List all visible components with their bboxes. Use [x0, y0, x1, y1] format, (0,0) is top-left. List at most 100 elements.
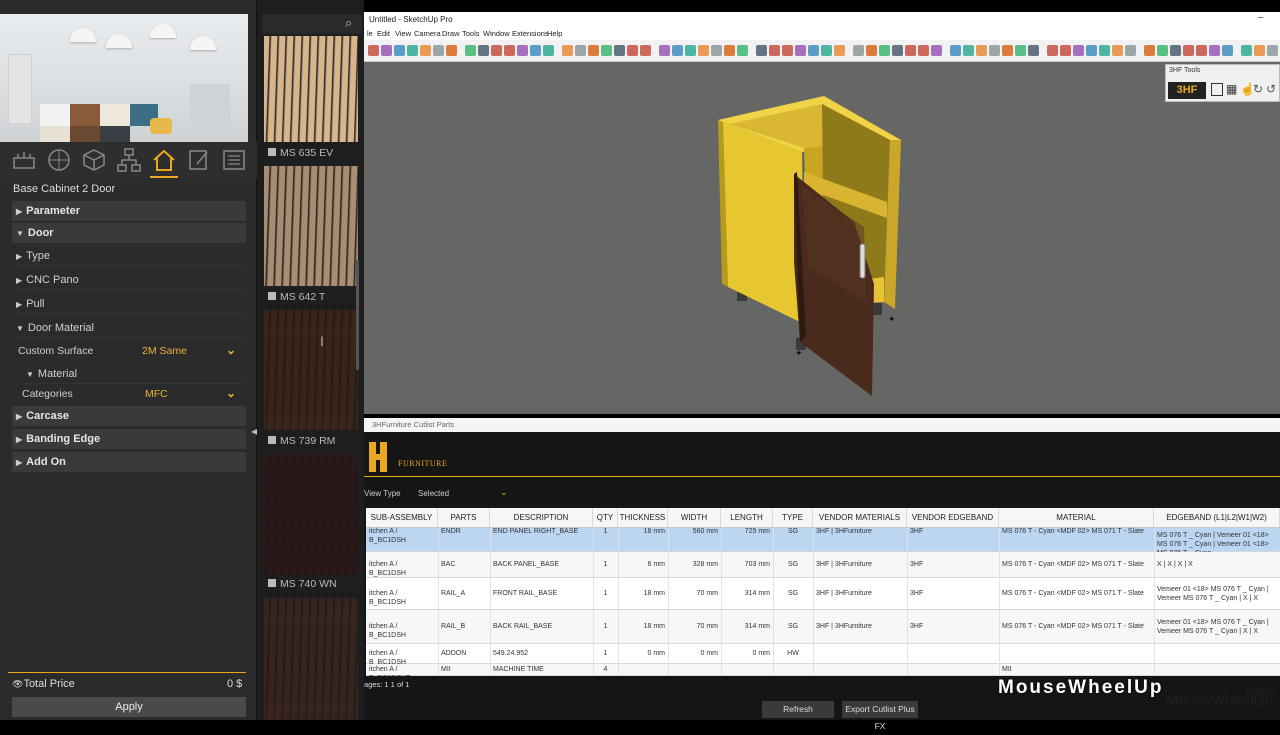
toolbar-tool-icon[interactable] — [543, 45, 554, 56]
menu-file[interactable]: le — [367, 29, 373, 38]
eye-icon[interactable]: 👁 — [12, 679, 23, 689]
menu-extensions[interactable]: Extensions — [512, 29, 549, 38]
toolbar-tool-icon[interactable] — [1028, 45, 1039, 56]
edit-icon[interactable] — [185, 146, 213, 174]
column-header[interactable]: QTY — [593, 508, 618, 528]
toolbar-tool-icon[interactable] — [1170, 45, 1181, 56]
toolbar-tool-icon[interactable] — [918, 45, 929, 56]
toolbar-tool-icon[interactable] — [394, 45, 405, 56]
home-icon[interactable] — [150, 146, 178, 178]
toolbar-tool-icon[interactable] — [368, 45, 379, 56]
toolbar-tool-icon[interactable] — [879, 45, 890, 56]
toolbar-tool-icon[interactable] — [976, 45, 987, 56]
scrollbar[interactable] — [356, 260, 359, 370]
toolbar-tool-icon[interactable] — [1222, 45, 1233, 56]
menu-window[interactable]: Window — [483, 29, 510, 38]
apply-button[interactable]: Apply — [12, 697, 246, 717]
toolbar-tool-icon[interactable] — [1015, 45, 1026, 56]
toolbar-tool-icon[interactable] — [1086, 45, 1097, 56]
checkbox-icon[interactable] — [268, 148, 276, 156]
column-header[interactable]: DESCRIPTION — [490, 508, 593, 528]
toolbar-tool-icon[interactable] — [1073, 45, 1084, 56]
toolbar-tool-icon[interactable] — [614, 45, 625, 56]
section-door[interactable]: ▼ Door — [12, 223, 246, 243]
menu-view[interactable]: View — [395, 29, 411, 38]
menu-help[interactable]: Help — [547, 29, 562, 38]
toolbar-tool-icon[interactable] — [808, 45, 819, 56]
sphere-grid-icon[interactable] — [45, 146, 73, 174]
toolbar-tool-icon[interactable] — [698, 45, 709, 56]
toolbar-tool-icon[interactable] — [905, 45, 916, 56]
column-header[interactable]: WIDTH — [668, 508, 721, 528]
toolbar-tool-icon[interactable] — [659, 45, 670, 56]
toolbar-tool-icon[interactable] — [407, 45, 418, 56]
toolbar-tool-icon[interactable] — [963, 45, 974, 56]
material-label[interactable]: MS 635 EV — [268, 147, 333, 159]
toolbar-tool-icon[interactable] — [756, 45, 767, 56]
toolbar-tool-icon[interactable] — [1267, 45, 1278, 56]
toolbar-tool-icon[interactable] — [866, 45, 877, 56]
toolbar-tool-icon[interactable] — [627, 45, 638, 56]
table-row[interactable]: itchen A / B_BC1DSH RAIL_A FRONT RAIL_BASE… — [366, 578, 1280, 610]
column-header[interactable]: VENDOR MATERIALS — [813, 508, 907, 528]
subsection-type[interactable]: ▶ Type — [12, 246, 246, 266]
hierarchy-icon[interactable] — [115, 146, 143, 174]
refresh-button[interactable]: Refresh — [762, 701, 834, 718]
toolbar-tool-icon[interactable] — [821, 45, 832, 56]
toolbar-tool-icon[interactable] — [892, 45, 903, 56]
toolbar-tool-icon[interactable] — [1157, 45, 1168, 56]
toolbar-tool-icon[interactable] — [685, 45, 696, 56]
column-header[interactable]: EDGEBAND (L1|L2|W1|W2) — [1154, 508, 1280, 528]
menu-tools[interactable]: Tools — [462, 29, 480, 38]
checkbox-icon[interactable] — [268, 436, 276, 444]
toolbar-tool-icon[interactable] — [782, 45, 793, 56]
chevron-down-icon[interactable]: ⌄ — [500, 487, 508, 498]
search-icon[interactable]: ⌕ — [345, 15, 352, 31]
collapse-panel-icon[interactable]: ◂ — [251, 424, 257, 438]
section-add-on[interactable]: ▶ Add On — [12, 452, 246, 472]
toolbar-tool-icon[interactable] — [446, 45, 457, 56]
cube-icon[interactable] — [80, 146, 108, 174]
toolbar-tool-icon[interactable] — [1060, 45, 1071, 56]
toolbar-tool-icon[interactable] — [381, 45, 392, 56]
subsection-pull[interactable]: ▶ Pull — [12, 294, 246, 314]
export-cutlist-button[interactable]: Export Cutlist Plus FX — [842, 701, 918, 731]
toolbar-tool-icon[interactable] — [588, 45, 599, 56]
material-swatch[interactable] — [264, 454, 358, 574]
checkbox-icon[interactable] — [268, 579, 276, 587]
subsection-cnc-pano[interactable]: ▶ CNC Pano — [12, 270, 246, 290]
chevron-down-icon[interactable]: ⌄ — [226, 386, 236, 400]
column-header[interactable]: MATERIAL (EXTERNAL|CORE|INTERNAL) — [999, 508, 1154, 542]
3hf-logo-button[interactable]: 3HF — [1168, 82, 1206, 99]
toolbar-tool-icon[interactable] — [1183, 45, 1194, 56]
menu-camera[interactable]: Camera — [414, 29, 441, 38]
view-type-select[interactable]: Selected — [418, 489, 449, 498]
toolbar-tool-icon[interactable] — [530, 45, 541, 56]
toolbar-tool-icon[interactable] — [575, 45, 586, 56]
toolbar-tool-icon[interactable] — [517, 45, 528, 56]
table-row[interactable]: itchen A / B_BC1DSH ENDR END PANEL RIGHT_B… — [366, 528, 1280, 557]
table-row[interactable]: itchen A / B_BC1DSH ADDON 549.24.952 1 0 mm 0… — [366, 644, 1280, 666]
refresh-icon[interactable]: ↺ — [1266, 82, 1276, 96]
list-icon[interactable] — [220, 146, 248, 174]
toolbar-tool-icon[interactable] — [769, 45, 780, 56]
section-parameter[interactable]: ▶ Parameter — [12, 201, 246, 221]
toolbar-tool-icon[interactable] — [1002, 45, 1013, 56]
section-carcase[interactable]: ▶ Carcase — [12, 406, 246, 426]
material-swatch[interactable] — [264, 598, 358, 720]
rotate-icon[interactable]: ↻ — [1253, 82, 1263, 96]
toolbar-tool-icon[interactable] — [1047, 45, 1058, 56]
table-row[interactable]: itchen A / B_BC1DSH BAC BACK PANEL_BASE 1 6 … — [366, 552, 1280, 578]
panel-icon[interactable] — [1211, 83, 1223, 96]
material-swatch[interactable] — [264, 166, 358, 286]
toolbar-tool-icon[interactable] — [1209, 45, 1220, 56]
material-swatch[interactable] — [264, 36, 358, 142]
toolbar-tool-icon[interactable] — [601, 45, 612, 56]
chevron-down-icon[interactable]: ⌄ — [226, 343, 236, 357]
material-label[interactable]: MS 642 T — [268, 291, 325, 303]
toolbar-tool-icon[interactable] — [420, 45, 431, 56]
material-swatch[interactable] — [264, 310, 358, 430]
toolbar-tool-icon[interactable] — [672, 45, 683, 56]
toolbar-tool-icon[interactable] — [433, 45, 444, 56]
toolbar-tool-icon[interactable] — [640, 45, 651, 56]
